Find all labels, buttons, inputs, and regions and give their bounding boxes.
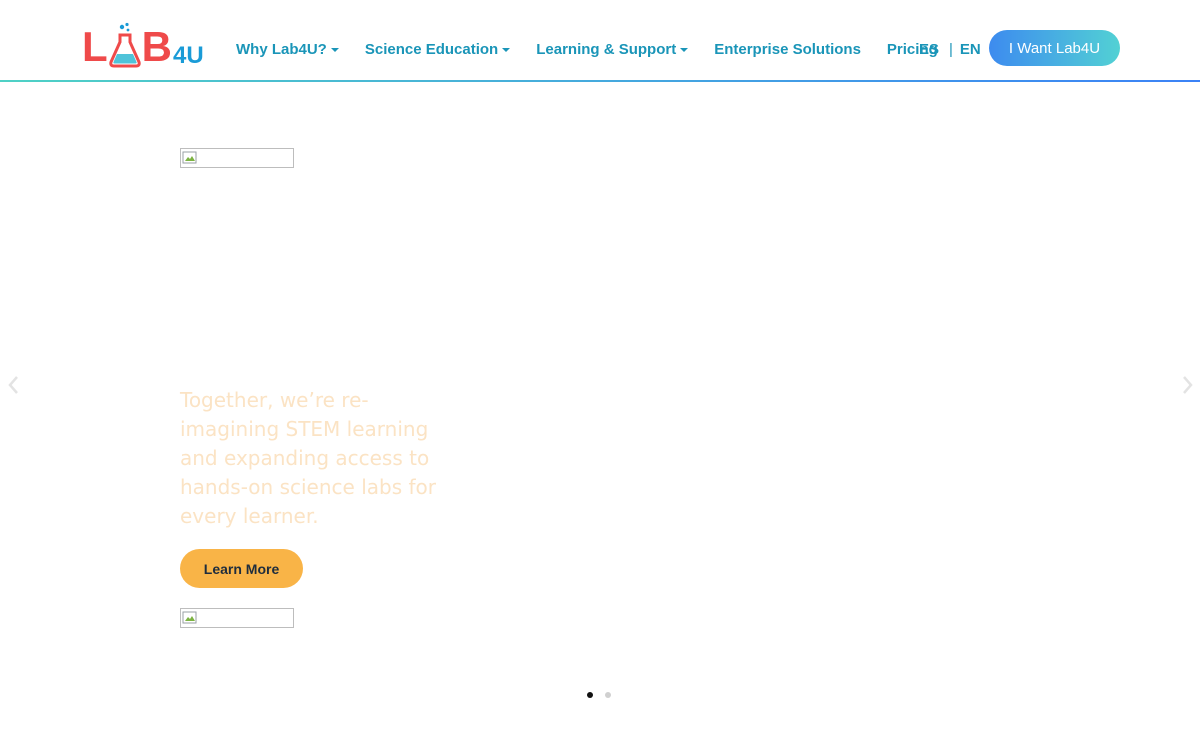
hero-headline: Together, we’re re-imagining STEM learni… — [180, 388, 436, 528]
broken-image-icon — [182, 611, 197, 624]
flask-icon — [108, 22, 141, 68]
lab4u-logo[interactable]: L B 4U — [82, 14, 204, 70]
lang-es-link[interactable]: ES — [919, 41, 939, 58]
broken-image-icon — [182, 151, 197, 164]
nav-learning-support-label: Learning & Support — [536, 40, 677, 58]
nav-enterprise-solutions[interactable]: Enterprise Solutions — [714, 41, 861, 58]
carousel-indicators — [587, 692, 623, 698]
carousel-dot-2[interactable] — [605, 692, 611, 698]
broken-image-bottom — [180, 608, 294, 628]
caret-down-icon — [680, 47, 689, 52]
carousel-dot-1[interactable] — [587, 692, 593, 698]
broken-image-top — [180, 148, 294, 168]
nav-why-lab4u-label: Why Lab4U? — [236, 40, 327, 58]
language-switcher: ES | EN — [919, 38, 981, 60]
chevron-left-icon[interactable] — [5, 374, 21, 396]
nav-science-education-label: Science Education — [364, 40, 499, 58]
chevron-right-icon[interactable] — [1180, 374, 1196, 396]
logo-letter-l: L — [82, 23, 108, 70]
header-divider — [0, 80, 1200, 82]
site-header: L B 4U Why Lab4U? Science Education Lear… — [0, 0, 1200, 82]
learn-more-button[interactable]: Learn More — [180, 549, 303, 588]
nav-why-lab4u[interactable]: Why Lab4U? — [236, 41, 339, 58]
i-want-lab4u-button[interactable]: I Want Lab4U — [989, 30, 1120, 66]
caret-down-icon — [502, 47, 511, 52]
main-nav: Why Lab4U? Science Education Learning & … — [236, 38, 938, 60]
logo-suffix: 4U — [173, 42, 204, 69]
nav-learning-support[interactable]: Learning & Support — [536, 40, 689, 58]
lang-en-link[interactable]: EN — [960, 41, 981, 58]
nav-science-education[interactable]: Science Education — [364, 40, 511, 58]
logo-letter-b: B — [141, 23, 172, 70]
caret-down-icon — [330, 47, 339, 52]
lang-separator: | — [949, 40, 953, 58]
nav-enterprise-solutions-label: Enterprise Solutions — [714, 40, 861, 58]
